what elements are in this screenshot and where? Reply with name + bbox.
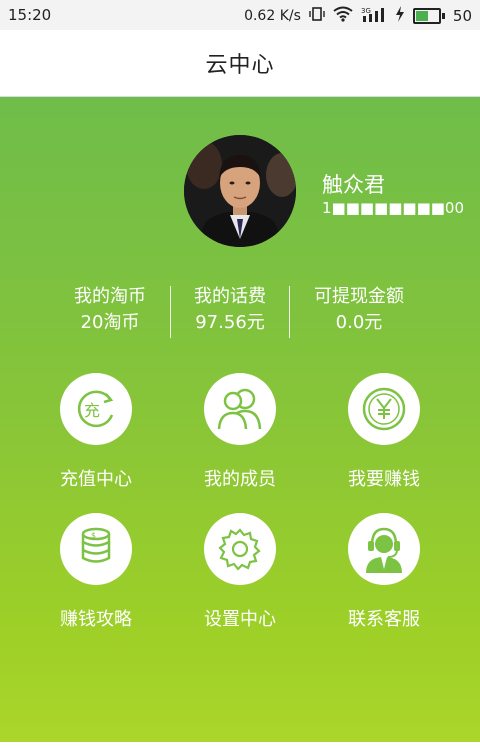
menu-label: 赚钱攻略 — [60, 609, 132, 630]
bottom-nav — [0, 742, 480, 750]
menu-label: 我要赚钱 — [348, 469, 420, 490]
stat-value: 20淘币 — [80, 312, 140, 333]
members-icon — [204, 373, 276, 445]
yen-coin-icon — [348, 373, 420, 445]
avatar[interactable] — [184, 135, 296, 247]
coin-stack-icon: $ — [60, 513, 132, 585]
net-speed: 0.62 K/s — [244, 8, 301, 24]
stats-row: 我的淘币 20淘币 我的话费 97.56元 可提现金额 0.0元 — [0, 284, 480, 340]
vibrate-icon — [309, 6, 325, 26]
menu-item-recharge[interactable]: 充 充值中心 — [16, 373, 176, 491]
svg-text:$: $ — [91, 531, 96, 540]
stat-phone-fee[interactable]: 我的话费 97.56元 — [170, 284, 290, 336]
stat-withdrawable[interactable]: 可提现金额 0.0元 — [299, 284, 419, 336]
status-time: 15:20 — [8, 6, 52, 24]
menu-label: 联系客服 — [348, 609, 420, 630]
menu-item-earn-money[interactable]: 我要赚钱 — [304, 373, 464, 491]
status-bar: 15:20 0.62 K/s 3G 50 — [0, 0, 480, 30]
status-icons: 0.62 K/s 3G 50 — [244, 6, 472, 26]
user-phone: 1■■■■■■■■00 — [322, 199, 465, 217]
battery-level: 50 — [452, 7, 472, 25]
signal-type-label: 3G — [361, 7, 371, 15]
charging-icon — [395, 6, 405, 26]
stat-label: 我的话费 — [194, 286, 266, 307]
stat-taobi[interactable]: 我的淘币 20淘币 — [50, 284, 170, 336]
title-bar: 云中心 — [0, 30, 480, 97]
customer-service-icon — [348, 513, 420, 585]
menu-label: 我的成员 — [204, 469, 276, 490]
stat-label: 我的淘币 — [74, 286, 146, 307]
page-title: 云中心 — [205, 53, 275, 78]
menu-item-members[interactable]: 我的成员 — [160, 373, 320, 491]
stat-value: 0.0元 — [335, 312, 383, 333]
recharge-icon: 充 — [60, 373, 132, 445]
menu-label: 充值中心 — [60, 469, 132, 490]
battery-icon — [412, 8, 445, 24]
svg-text:充: 充 — [84, 401, 100, 420]
user-name: 触众君 — [322, 173, 385, 197]
stat-value: 97.56元 — [195, 312, 265, 333]
wifi-icon — [333, 6, 353, 26]
menu-item-customer-service[interactable]: 联系客服 — [304, 513, 464, 631]
main-panel: 触众君 1■■■■■■■■00 我的淘币 20淘币 我的话费 97.56元 可提… — [0, 97, 480, 750]
stat-label: 可提现金额 — [314, 286, 404, 307]
stat-divider — [289, 286, 290, 338]
menu-label: 设置中心 — [204, 609, 276, 630]
cell-signal-icon: 3G — [361, 6, 387, 26]
menu-item-money-guide[interactable]: $ 赚钱攻略 — [16, 513, 176, 631]
gear-icon — [204, 513, 276, 585]
menu-item-settings[interactable]: 设置中心 — [160, 513, 320, 631]
